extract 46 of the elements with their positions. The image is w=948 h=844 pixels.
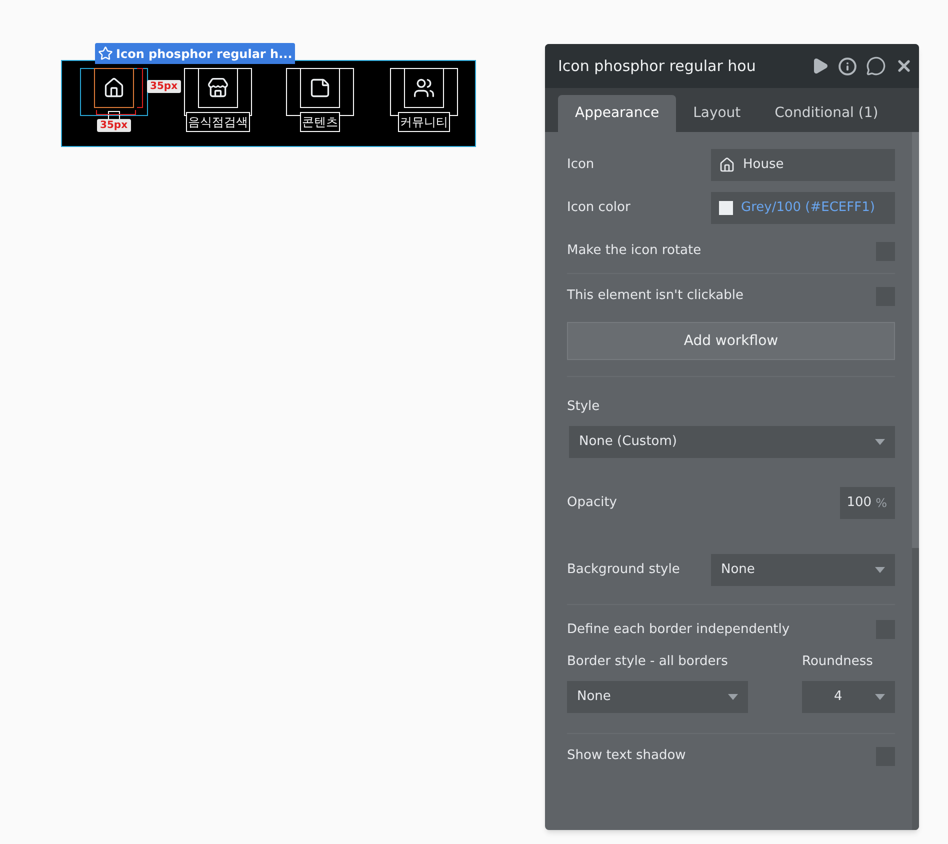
panel-title: Icon phosphor regular hou [558,56,756,77]
tab[interactable]: Conditional (1) [758,95,896,132]
dimension-bracket [137,68,143,108]
comment-icon[interactable] [866,56,886,76]
field-label: Icon [567,156,594,174]
dimension-label: 35px [97,119,131,132]
tab[interactable]: Appearance [558,95,676,132]
roundness-dropdown[interactable]: 4 [802,681,895,713]
field-label: Roundness [802,652,874,670]
field-label: Opacity [567,494,618,512]
selection-label: Icon phosphor regular h... [95,43,296,64]
style-dropdown[interactable]: None (Custom) [569,426,895,458]
field-label: Show text shadow [567,747,686,766]
background-style-dropdown[interactable]: None [711,554,895,586]
star-icon [98,46,113,61]
caret-icon [875,438,885,444]
info-icon[interactable] [838,56,857,76]
caret-icon [875,694,885,700]
caret-icon [728,694,738,700]
tab[interactable]: Layout [676,95,758,132]
nav-icon [207,77,229,99]
field-label: Define each border independently [567,620,790,639]
field-label: This element isn't clickable [567,287,744,306]
opacity-field[interactable]: 100 % [840,487,895,519]
color-swatch [719,200,733,214]
field-label: Make the icon rotate [567,242,702,260]
field-label: Style [567,398,601,416]
close-icon[interactable] [895,57,913,75]
nav-icon [309,77,331,99]
icon-picker[interactable]: House [711,148,895,180]
field-label: Icon color [567,198,630,217]
dimension-bracket [96,110,136,115]
nav-icon [413,77,435,99]
field-label: Background style [567,561,680,580]
preview-icon[interactable] [811,57,829,75]
caret-icon [875,567,885,573]
nav-icon [103,77,125,99]
nav-label: 커뮤니티 [398,112,450,132]
nav-item[interactable] [80,68,148,116]
add-workflow-button[interactable]: Add workflow [567,322,895,360]
nav-label: 콘텐츠 [300,112,340,132]
nav-label: 음식점검색 [186,112,250,132]
field-label: Border style - all borders [567,652,729,670]
dimension-label: 35px [147,80,181,93]
house-icon [719,156,735,172]
border-style-dropdown[interactable]: None [567,681,748,713]
